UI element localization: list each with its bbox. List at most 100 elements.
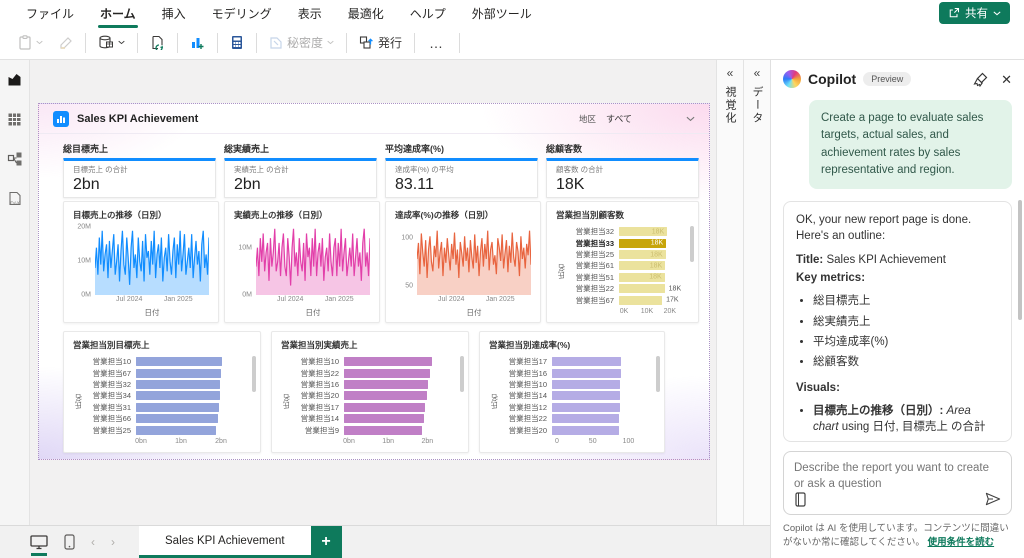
visual-customers-by-rep-bar[interactable]: 営業担当別顧客数 氏名営業担当3218K営業担当3318K営業担当2518K営業… — [546, 201, 699, 323]
menu-help[interactable]: ヘルプ — [398, 1, 458, 26]
visual-actual-by-rep-bar[interactable]: 営業担当別実績売上 氏名営業担当10営業担当22営業担当16営業担当20営業担当… — [271, 331, 469, 453]
visual-target-by-rep-bar[interactable]: 営業担当別目標売上 氏名営業担当10営業担当67営業担当32営業担当34営業担当… — [63, 331, 261, 453]
report-view-button[interactable] — [6, 70, 24, 88]
new-measure-button[interactable] — [222, 30, 252, 56]
copilot-pane: Copilot Preview ✕ Create a page to evalu… — [770, 60, 1024, 558]
new-visual-button[interactable] — [182, 30, 213, 56]
model-view-button[interactable] — [6, 150, 24, 168]
user-message-bubble: Create a page to evaluate sales targets,… — [809, 100, 1012, 189]
bar-row: 営業担当67 — [84, 368, 251, 379]
divider — [217, 33, 218, 53]
clear-chat-broom-icon[interactable] — [973, 72, 988, 87]
kpi-total-customers[interactable]: 総顧客数 顧客数 の合計18K — [546, 142, 699, 198]
previous-page-button[interactable]: ‹ — [91, 535, 95, 549]
divider — [414, 33, 415, 53]
powerbi-desktop-window: ファイル ホーム 挿入 モデリング 表示 最適化 ヘルプ 外部ツール 共有 — [0, 0, 1024, 558]
copilot-input-box[interactable]: Describe the report you want to create o… — [783, 451, 1012, 515]
menu-home[interactable]: ホーム — [88, 1, 148, 26]
divider — [85, 33, 86, 53]
kpi-total-actual[interactable]: 総実績売上 実績売上 の合計2bn — [224, 142, 377, 198]
slicer-label: 地区 — [579, 113, 596, 125]
terms-link[interactable]: 使用条件を読む — [928, 537, 995, 548]
bar-row: 営業担当14 — [292, 413, 459, 424]
visualizations-pane-collapsed[interactable]: « 視覚化 — [716, 60, 743, 525]
visual-scrollbar[interactable] — [460, 356, 464, 392]
bar-row: 営業担当12 — [500, 402, 655, 413]
get-data-button[interactable] — [90, 30, 133, 56]
kpi-row: 総目標売上 目標売上 の合計2bn 総実績売上 実績売上 の合計2bn 平均達成… — [63, 142, 699, 198]
visuals-list: 目標売上の推移（日別）: Area chart using 日付, 目標売上 の… — [796, 403, 999, 442]
bar-row: 営業担当17 — [500, 356, 655, 367]
chevron-down-icon — [993, 11, 1001, 16]
metric-item: 総実績売上 — [813, 314, 999, 330]
desktop-layout-button[interactable] — [30, 535, 48, 550]
copilot-header: Copilot Preview ✕ — [771, 60, 1024, 94]
bar-row: 営業担当10 — [292, 356, 459, 367]
send-icon[interactable] — [985, 492, 1001, 506]
dax-query-view-button[interactable]: DAX — [6, 190, 24, 208]
model-view-icon — [7, 151, 23, 167]
visual-rate-by-rep-bar[interactable]: 営業担当別達成率(%) 氏名営業担当17営業担当16営業担当10営業担当14営業… — [479, 331, 665, 453]
copilot-logo-icon — [783, 70, 801, 88]
bar-row: 営業担当34 — [84, 390, 251, 401]
chevron-down-icon — [118, 40, 125, 45]
visual-scrollbar[interactable] — [690, 226, 694, 262]
share-label: 共有 — [965, 5, 988, 21]
publish-button[interactable]: 発行 — [351, 30, 410, 56]
divider — [137, 33, 138, 53]
response-visuals-label: Visuals: — [796, 380, 999, 396]
report-view-icon — [7, 72, 22, 87]
menu-file[interactable]: ファイル — [14, 1, 86, 26]
metric-item: 総目標売上 — [813, 293, 999, 309]
visual-actual-trend-area[interactable]: 実績売上の推移（日別） 10M0MJul 2024Jan 2025 日付 — [224, 201, 380, 323]
bar-row: 営業担当25 — [84, 425, 251, 436]
data-pane-collapsed[interactable]: « データ — [743, 60, 770, 525]
refresh-page-icon — [150, 35, 165, 50]
response-metrics-label: Key metrics: — [796, 270, 999, 286]
phone-icon — [64, 534, 75, 550]
copilot-scrollbar[interactable] — [1018, 200, 1022, 320]
table-view-button[interactable] — [6, 110, 24, 128]
bar-row: 営業担当66 — [84, 413, 251, 424]
next-page-button[interactable]: › — [111, 535, 115, 549]
close-icon[interactable]: ✕ — [1001, 73, 1012, 86]
new-page-button[interactable]: + — [311, 526, 342, 558]
bar-row: 営業担当2218K — [567, 283, 689, 294]
page-tab-sales-kpi[interactable]: Sales KPI Achievement — [139, 526, 311, 558]
visual-target-trend-area[interactable]: 目標売上の推移（日別） 20M10M0MJul 2024Jan 2025 日付 — [63, 201, 219, 323]
copilot-response-card: OK, your new report page is done. Here's… — [783, 201, 1012, 442]
mobile-layout-button[interactable] — [64, 534, 75, 550]
menu-insert[interactable]: 挿入 — [150, 1, 198, 26]
bar-row: 営業担当6717K — [567, 295, 689, 306]
visual-item: 目標売上の推移（日別）: Area chart using 日付, 目標売上 の… — [813, 403, 999, 436]
response-intro: OK, your new report page is done. Here's… — [796, 212, 999, 245]
menu-modeling[interactable]: モデリング — [200, 1, 284, 26]
report-page-header: Sales KPI Achievement 地区 すべて — [39, 104, 709, 134]
visual-item: 営業担当別目標売上: Bar chart using — [813, 440, 999, 442]
page-tab-bar: ‹ › Sales KPI Achievement + — [0, 525, 770, 558]
visual-scrollbar[interactable] — [252, 356, 256, 392]
kpi-total-target[interactable]: 総目標売上 目標売上 の合計2bn — [63, 142, 216, 198]
notebook-icon[interactable] — [794, 492, 807, 507]
brush-icon — [59, 36, 73, 50]
expand-pane-icon[interactable]: « — [727, 67, 734, 79]
report-page[interactable]: Sales KPI Achievement 地区 すべて 総目標売上 — [38, 103, 710, 460]
visual-scrollbar[interactable] — [656, 356, 660, 392]
menu-optimize[interactable]: 最適化 — [336, 1, 396, 26]
copilot-title: Copilot — [808, 71, 856, 87]
bar-row: 営業担当2518K — [567, 249, 689, 260]
menu-view[interactable]: 表示 — [286, 1, 334, 26]
menu-external-tools[interactable]: 外部ツール — [460, 1, 544, 26]
share-button[interactable]: 共有 — [939, 2, 1010, 24]
report-canvas[interactable]: Sales KPI Achievement 地区 すべて 総目標売上 — [30, 60, 716, 525]
svg-text:DAX: DAX — [10, 200, 19, 205]
bar-row: 営業担当22 — [500, 413, 655, 424]
visual-rate-trend-area[interactable]: 達成率(%)の推移（日別） 10050Jul 2024Jan 2025 日付 — [385, 201, 541, 323]
more-commands-button[interactable]: … — [419, 35, 455, 51]
kpi-avg-achievement[interactable]: 平均達成率(%) 達成率(%) の平均83.11 — [385, 142, 538, 198]
expand-pane-icon[interactable]: « — [754, 67, 761, 79]
refresh-button[interactable] — [142, 30, 173, 56]
region-slicer[interactable]: 地区 すべて — [579, 112, 695, 125]
metric-item: 総顧客数 — [813, 354, 999, 370]
bar-row: 営業担当3318K — [567, 238, 689, 249]
